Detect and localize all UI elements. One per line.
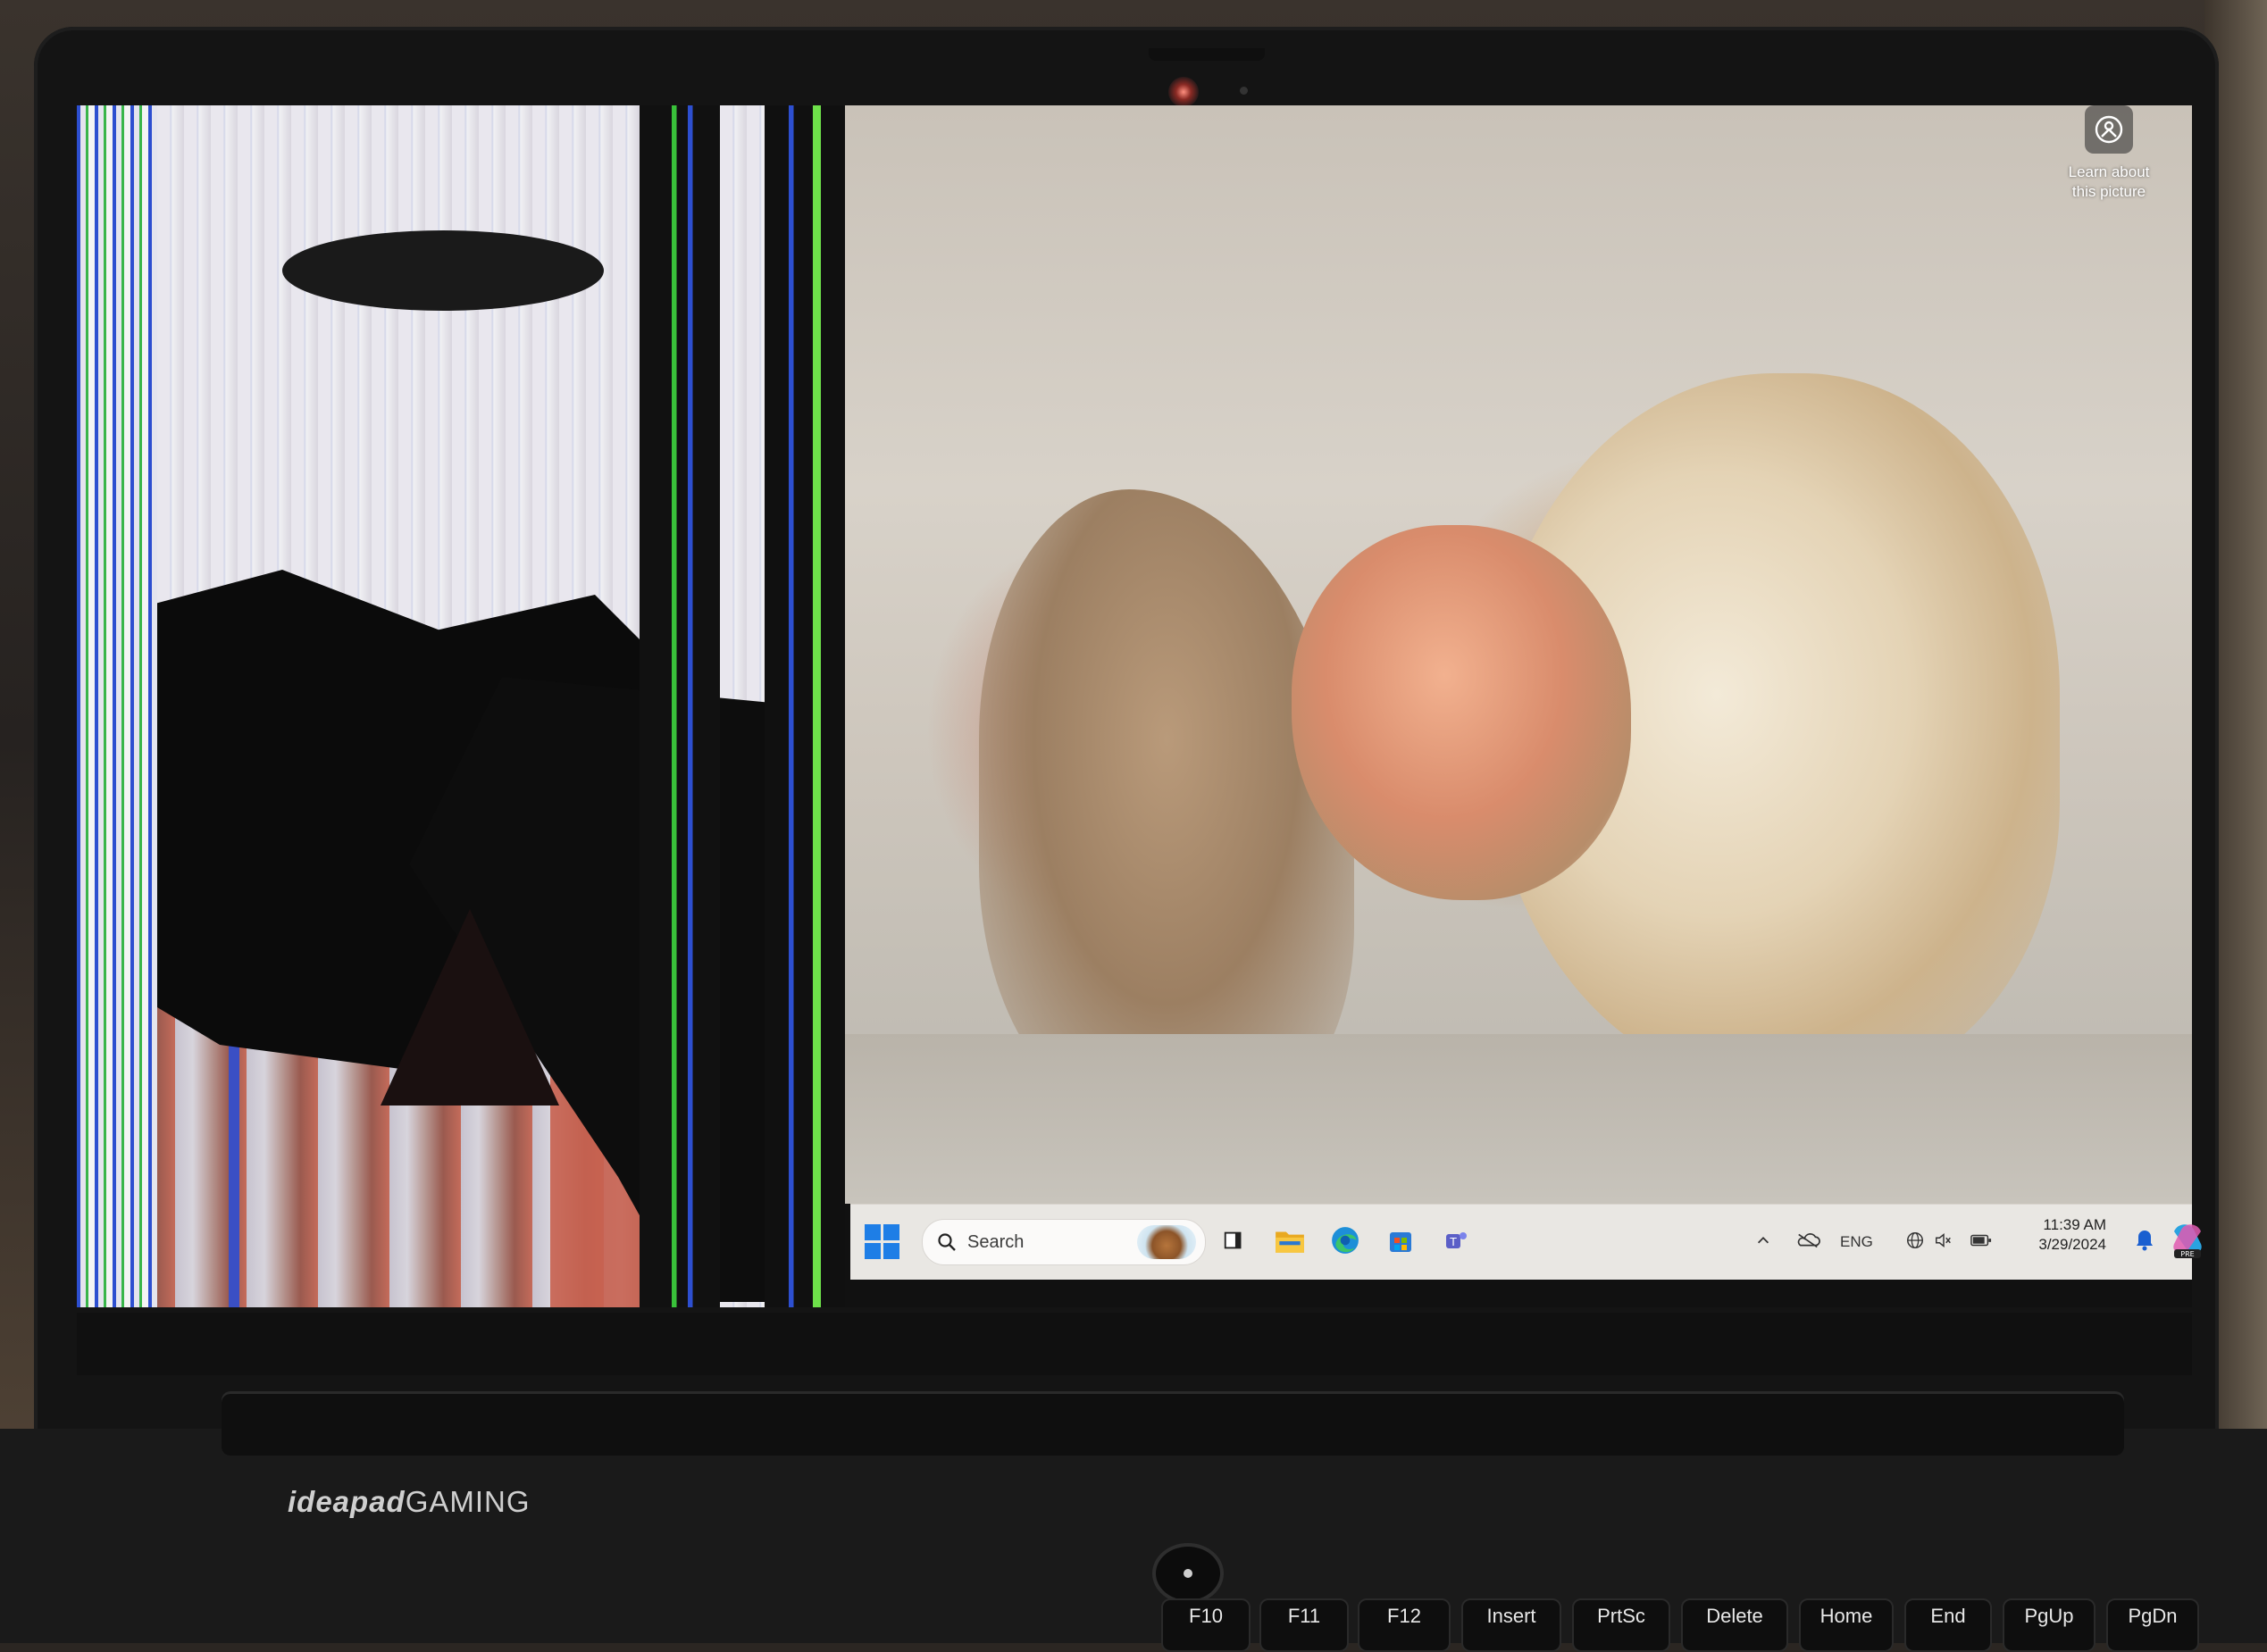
keyboard-top-row: F10 F11 F12 Insert PrtSc Delete Home End…: [1161, 1598, 2267, 1652]
search-highlight-icon: [1137, 1225, 1196, 1259]
key-prtsc[interactable]: PrtSc: [1572, 1598, 1670, 1652]
taskbar-clock[interactable]: 11:39 AM 3/29/2024: [2017, 1215, 2106, 1255]
taskbar-search-box[interactable]: Search: [922, 1219, 1206, 1265]
key-f12[interactable]: F12: [1358, 1598, 1451, 1652]
key-insert[interactable]: Insert: [1461, 1598, 1561, 1652]
wallpaper-monkey-arm: [979, 489, 1354, 1114]
wallpaper-water: [809, 1034, 2192, 1204]
laptop-screen: Learn about this picture: [77, 105, 2192, 1307]
learn-about-text-line2: this picture: [2071, 183, 2146, 200]
language-indicator-wrap: ENG: [1840, 1222, 1873, 1262]
copilot-icon[interactable]: PRE: [2169, 1221, 2206, 1260]
lcd-damage-blue-line: [229, 1043, 239, 1307]
teams-icon[interactable]: T: [1436, 1221, 1476, 1260]
clock-time: 11:39 AM: [2043, 1216, 2106, 1233]
power-button[interactable]: [1152, 1543, 1224, 1604]
desktop-wallpaper: [809, 105, 2192, 1204]
edge-icon[interactable]: [1326, 1221, 1365, 1260]
volume-muted-icon[interactable]: [1924, 1221, 1963, 1260]
start-button[interactable]: [865, 1224, 900, 1260]
key-pgdn[interactable]: PgDn: [2106, 1598, 2199, 1652]
webcam-icon: [1168, 77, 1199, 107]
language-indicator[interactable]: ENG: [1840, 1233, 1873, 1251]
key-end[interactable]: End: [1904, 1598, 1992, 1652]
lcd-damage-blob: [282, 230, 604, 311]
lcd-damage-stripes: [765, 105, 845, 1307]
laptop-hinge: [222, 1391, 2124, 1456]
brand-gaming: GAMING: [405, 1485, 531, 1518]
damaged-lcd-area: [77, 105, 845, 1307]
key-f11[interactable]: F11: [1259, 1598, 1349, 1652]
microsoft-store-icon[interactable]: [1381, 1221, 1420, 1260]
notification-bell-icon[interactable]: [2135, 1228, 2154, 1251]
lcd-damage-stripes: [640, 105, 720, 1307]
copilot-badge: PRE: [2180, 1250, 2194, 1258]
onedrive-icon[interactable]: [1788, 1221, 1828, 1260]
brand-ideapad: ideapad: [288, 1485, 406, 1518]
file-explorer-icon[interactable]: [1270, 1221, 1309, 1260]
task-view-icon[interactable]: [1215, 1221, 1254, 1260]
screen-bottom-bezel: [77, 1313, 2192, 1375]
wallpaper-monkey-face: [1292, 525, 1631, 900]
webcam-led: [1240, 87, 1248, 95]
svg-text:T: T: [1449, 1236, 1457, 1248]
search-icon: [938, 1233, 956, 1251]
clock-date: 3/29/2024: [2038, 1236, 2106, 1253]
learn-about-picture[interactable]: Learn about this picture: [2046, 105, 2171, 221]
key-pgup[interactable]: PgUp: [2003, 1598, 2096, 1652]
chevron-up-icon[interactable]: [1744, 1221, 1783, 1260]
learn-about-text-line1: Learn about: [2068, 163, 2150, 180]
key-delete[interactable]: Delete: [1681, 1598, 1788, 1652]
key-f10[interactable]: F10: [1161, 1598, 1251, 1652]
search-placeholder: Search: [967, 1231, 1025, 1252]
lcd-damage-stripes: [77, 105, 157, 1307]
key-home[interactable]: Home: [1799, 1598, 1894, 1652]
battery-icon[interactable]: [1962, 1221, 2001, 1260]
ideapad-gaming-logo: ideapadGAMING: [288, 1485, 531, 1519]
camera-notch: [1149, 48, 1265, 61]
windows-taskbar: Search T ENG 11:39 AM 3/29/2024 PRE: [850, 1204, 2202, 1280]
camera-location-icon: [2085, 105, 2133, 154]
